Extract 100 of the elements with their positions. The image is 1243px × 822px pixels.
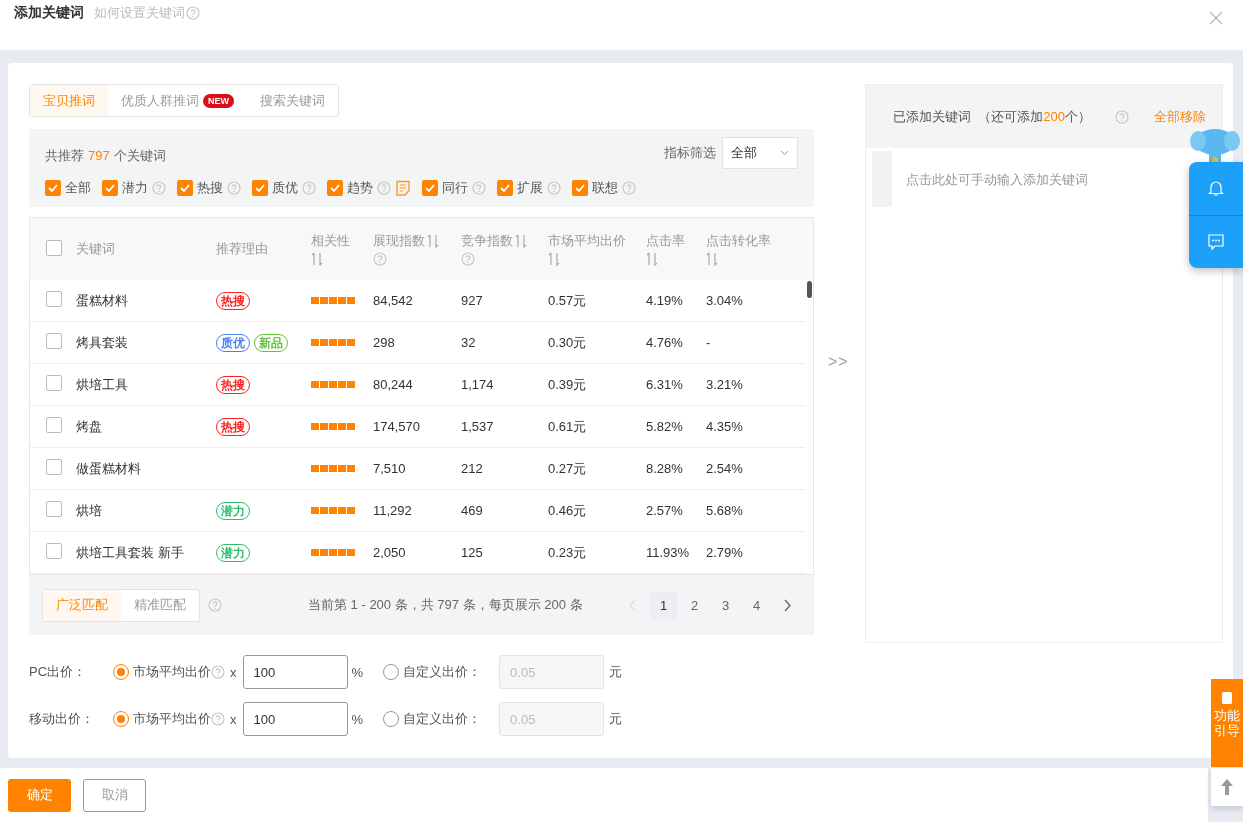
confirm-button[interactable]: 确定 <box>8 778 71 812</box>
radio-label[interactable]: 市场平均出价 <box>133 663 211 681</box>
page-button[interactable]: 4 <box>743 591 770 619</box>
help-icon[interactable] <box>152 181 166 195</box>
match-type-tab[interactable]: 精准匹配 <box>121 589 199 621</box>
radio-button[interactable] <box>113 664 129 680</box>
bell-icon[interactable] <box>1207 179 1225 198</box>
filter-label: 趋势 <box>347 179 373 197</box>
table-cell-text: 5.82% <box>646 419 684 434</box>
row-checkbox[interactable] <box>46 333 62 349</box>
column-header[interactable]: 点击转化率 <box>706 232 771 250</box>
row-checkbox[interactable] <box>46 501 62 517</box>
sort-icon[interactable] <box>548 252 560 266</box>
tab[interactable]: 搜索关键词 <box>247 85 338 116</box>
keyword-cell-text: 烤具套装 <box>76 333 129 352</box>
sort-icon[interactable] <box>706 252 718 266</box>
scrollbar-thumb[interactable] <box>807 281 812 298</box>
column-header[interactable]: 竞争指数 <box>461 232 513 250</box>
radio-button[interactable] <box>383 711 400 727</box>
tab[interactable]: 宝贝推词 <box>30 85 108 116</box>
table-cell-text: 84,542 <box>373 293 414 308</box>
radio-button[interactable] <box>383 664 400 680</box>
table-cell-text: 5.68% <box>706 503 744 518</box>
row-checkbox[interactable] <box>46 459 62 475</box>
help-icon[interactable] <box>208 598 222 612</box>
indicator-select[interactable]: 全部 <box>722 137 798 169</box>
help-icon[interactable] <box>373 252 387 266</box>
help-icon[interactable] <box>302 181 316 195</box>
help-icon[interactable] <box>211 712 225 726</box>
help-icon[interactable] <box>211 665 225 679</box>
filter-label: 全部 <box>65 179 91 197</box>
radio-button[interactable] <box>113 711 129 727</box>
column-header[interactable]: 点击率 <box>646 232 685 250</box>
percent-unit: % <box>351 664 364 680</box>
cancel-button[interactable]: 取消 <box>83 778 146 812</box>
table-cell-text: 80,244 <box>373 377 414 392</box>
radio-label[interactable]: 市场平均出价 <box>133 710 211 728</box>
column-header[interactable]: 展现指数 <box>373 232 425 250</box>
table-cell-text: 2.54% <box>706 461 744 476</box>
column-header[interactable]: 相关性 <box>311 232 350 250</box>
column-header[interactable]: 市场平均出价 <box>548 232 626 250</box>
filter-label: 同行 <box>442 179 468 197</box>
keyword-input[interactable]: 点击此处可手动输入添加关键词 <box>892 151 1148 207</box>
page-button[interactable]: 1 <box>650 591 677 619</box>
checkbox[interactable] <box>252 180 268 196</box>
help-icon[interactable] <box>1114 109 1129 124</box>
help-icon[interactable] <box>472 181 486 195</box>
note-icon[interactable] <box>395 180 411 196</box>
checkbox[interactable] <box>177 180 193 196</box>
guide-tab[interactable]: 功能 引导 <box>1211 679 1243 767</box>
keyword-cell-text: 烘培工具套装 新手 <box>76 543 185 562</box>
row-checkbox[interactable] <box>46 543 62 559</box>
tab[interactable]: 优质人群推词 NEW <box>108 85 247 116</box>
radio-label[interactable]: 自定义出价： <box>403 663 482 681</box>
back-to-top-button[interactable] <box>1211 768 1243 806</box>
help-link[interactable]: 如何设置关键词 <box>94 4 185 22</box>
table-cell-text: 3.21% <box>706 377 744 392</box>
table-cell-text: 2,050 <box>373 545 407 560</box>
help-icon[interactable] <box>622 181 636 195</box>
keyword-cell-text: 做蛋糕材料 <box>76 459 142 478</box>
table-cell-text: 0.30元 <box>548 333 588 352</box>
caret-icon <box>780 150 789 156</box>
close-icon[interactable] <box>1209 11 1223 25</box>
help-icon[interactable] <box>547 181 561 195</box>
help-icon[interactable] <box>377 181 391 195</box>
row-checkbox[interactable] <box>46 417 62 433</box>
sort-icon[interactable] <box>515 234 527 248</box>
checkbox[interactable] <box>102 180 118 196</box>
sort-icon[interactable] <box>311 252 323 266</box>
new-badge: NEW <box>203 93 234 108</box>
percent-field[interactable]: 100 <box>242 655 348 689</box>
match-type-tab[interactable]: 广泛匹配 <box>43 589 121 621</box>
table-cell-text: 0.61元 <box>548 417 588 436</box>
remove-all-link[interactable]: 全部移除 <box>1154 107 1206 126</box>
chat-icon[interactable] <box>1207 232 1225 251</box>
help-icon[interactable] <box>227 181 241 195</box>
sort-icon[interactable] <box>427 234 439 248</box>
transfer-button[interactable]: >> <box>828 353 849 371</box>
row-checkbox[interactable] <box>46 291 62 307</box>
checkbox[interactable] <box>422 180 438 196</box>
checkbox[interactable] <box>497 180 513 196</box>
table-cell-text: 174,570 <box>373 419 421 434</box>
table-cell-text: 6.31% <box>646 377 684 392</box>
page-button[interactable]: 3 <box>712 591 739 619</box>
table-cell-text: 4.19% <box>646 293 684 308</box>
checkbox[interactable] <box>45 180 61 196</box>
page-button[interactable]: 2 <box>681 591 708 619</box>
filter-label: 潜力 <box>122 179 148 197</box>
row-checkbox[interactable] <box>46 375 62 391</box>
table-cell-text: 11.93% <box>646 545 691 560</box>
sort-icon[interactable] <box>646 252 658 266</box>
help-icon[interactable] <box>186 6 200 20</box>
table-cell-text: 0.23元 <box>548 543 588 562</box>
select-all-checkbox[interactable] <box>46 239 62 256</box>
radio-label[interactable]: 自定义出价： <box>403 710 482 728</box>
checkbox[interactable] <box>572 180 588 196</box>
help-icon[interactable] <box>461 252 475 266</box>
checkbox[interactable] <box>327 180 343 196</box>
multiply-sign: x <box>230 664 237 680</box>
percent-field[interactable]: 100 <box>242 702 348 736</box>
